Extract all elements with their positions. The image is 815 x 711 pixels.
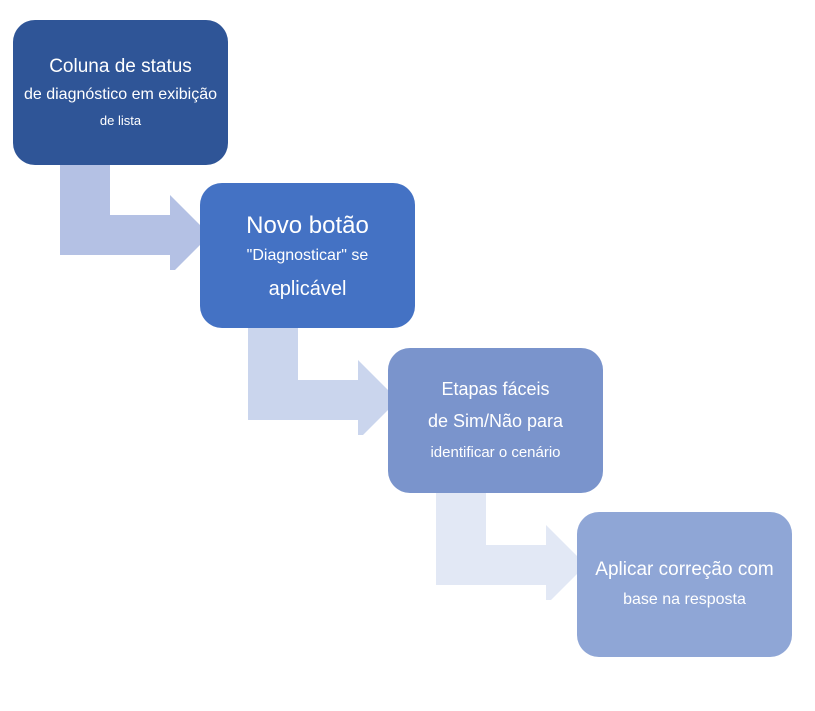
- step-title: Etapas fáceis: [441, 378, 549, 401]
- step-title: Coluna de status: [49, 55, 192, 80]
- arrow-path: [436, 490, 586, 600]
- arrow-path: [248, 325, 398, 435]
- step-subtitle: de diagnóstico em exibição: [24, 84, 217, 106]
- step-box-2: Novo botão "Diagnosticar" se aplicável: [200, 183, 415, 328]
- step-title: Novo botão: [246, 210, 369, 241]
- step-detail: de lista: [100, 112, 141, 130]
- arrow-path: [60, 160, 210, 270]
- step-subtitle: de Sim/Não para: [428, 409, 563, 434]
- step-title: Aplicar correção com: [595, 558, 773, 583]
- step-subtitle: "Diagnosticar" se: [247, 245, 369, 267]
- step-detail: aplicável: [269, 278, 347, 301]
- flow-arrow-2: [228, 325, 398, 435]
- step-subtitle: base na resposta: [623, 589, 746, 611]
- step-box-1: Coluna de status de diagnóstico em exibi…: [13, 20, 228, 165]
- step-box-4: Aplicar correção com base na resposta: [577, 512, 792, 657]
- flow-arrow-1: [40, 160, 210, 270]
- step-box-3: Etapas fáceis de Sim/Não para identifica…: [388, 348, 603, 493]
- flow-arrow-3: [416, 490, 586, 600]
- step-detail: identificar o cenário: [430, 442, 560, 463]
